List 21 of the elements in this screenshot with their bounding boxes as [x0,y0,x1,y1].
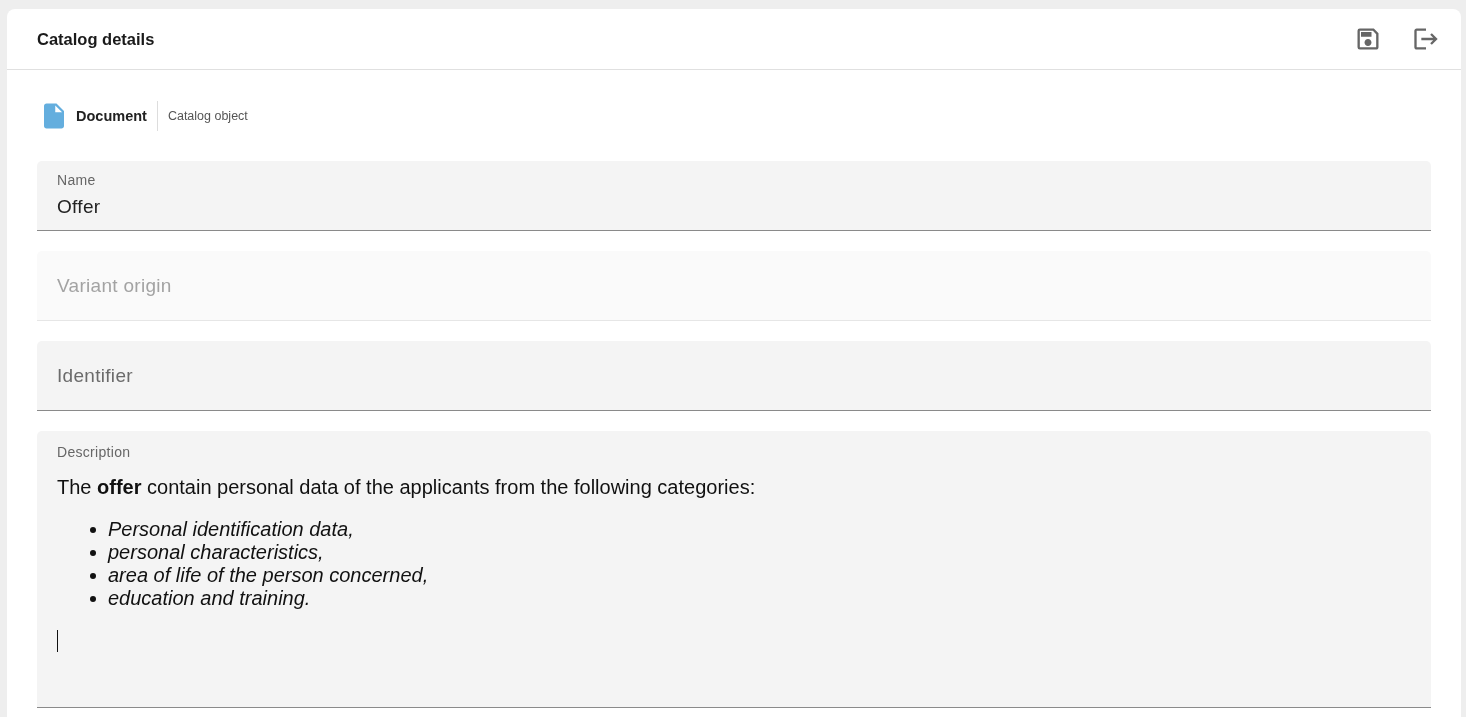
bullet-icon [90,595,96,602]
list-item-text: education and training. [108,587,311,610]
text-cursor-icon [57,630,58,652]
field-label: Variant origin [57,273,172,298]
bullet-icon [90,549,96,556]
text-field[interactable]: Identifier [37,341,1431,411]
object-type-label: Document [76,101,158,131]
list-item-text: area of life of the person concerned, [108,564,429,587]
field-label: Description [57,443,131,461]
list-item-text: personal characteristics, [108,541,324,564]
bullet-icon [90,526,96,533]
object-subtitle: Catalog object [167,107,248,125]
description-paragraph: The offer contain personal data of the applicants from the following categories: [57,475,756,499]
bullet-icon [90,572,96,579]
card-title: Catalog details [37,28,155,50]
field-label: Identifier [57,363,133,388]
description-editor[interactable] [37,431,1431,708]
list-item-text: Personal identification data, [108,518,354,541]
field-label: Name [57,171,96,189]
field-value: Offer [57,195,101,219]
text-field[interactable]: Name Offer [37,161,1431,231]
